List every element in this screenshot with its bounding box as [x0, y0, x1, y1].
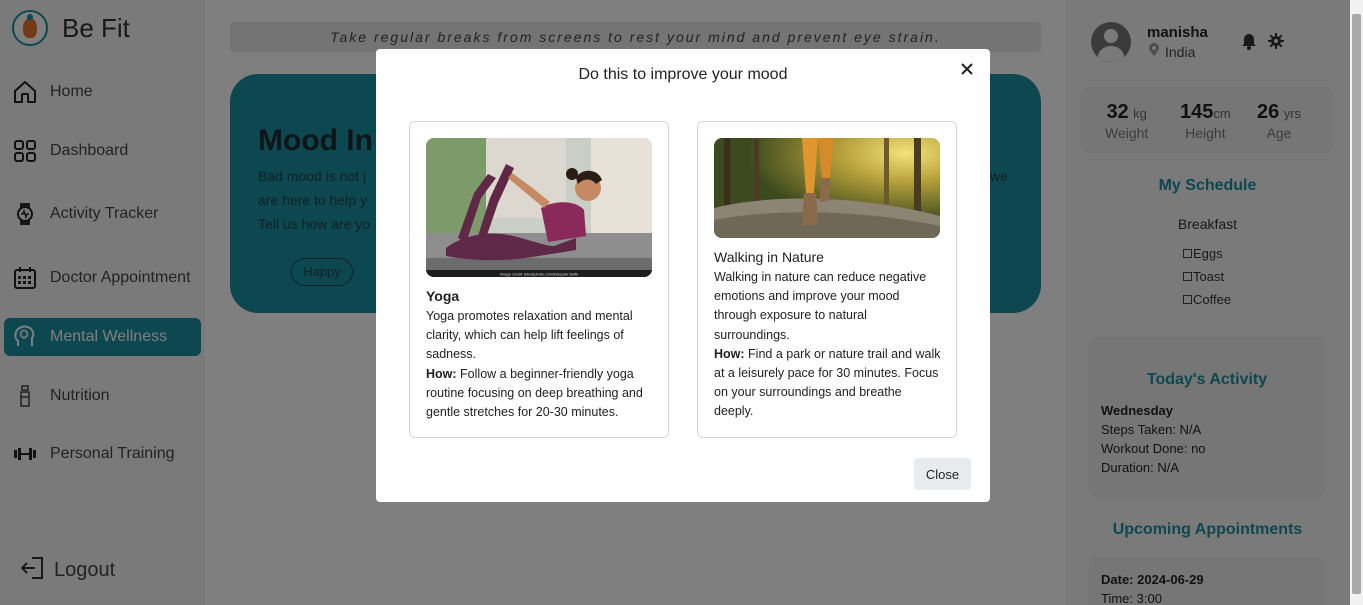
walking-card: Walking in Nature Walking in nature can … [697, 121, 957, 438]
scrollbar-thumb[interactable] [1352, 14, 1361, 594]
walking-title: Walking in Nature [714, 249, 824, 265]
close-icon[interactable] [959, 61, 975, 77]
yoga-title: Yoga [426, 288, 460, 304]
yoga-image-credit: Image credit: istockphoto.com/Deepak Set… [500, 272, 578, 277]
close-button[interactable]: Close [914, 458, 971, 490]
page-scrollbar[interactable] [1350, 0, 1363, 605]
yoga-image: Image credit: istockphoto.com/Deepak Set… [426, 138, 652, 277]
walking-image [714, 138, 940, 238]
yoga-card: Image credit: istockphoto.com/Deepak Set… [409, 121, 669, 438]
walking-description: Walking in nature can reduce negative em… [714, 270, 941, 419]
yoga-description: Yoga promotes relaxation and mental clar… [426, 309, 643, 420]
modal-title: Do this to improve your mood [578, 66, 788, 83]
mood-suggestions-modal: Do this to improve your mood Image credi… [376, 49, 990, 502]
